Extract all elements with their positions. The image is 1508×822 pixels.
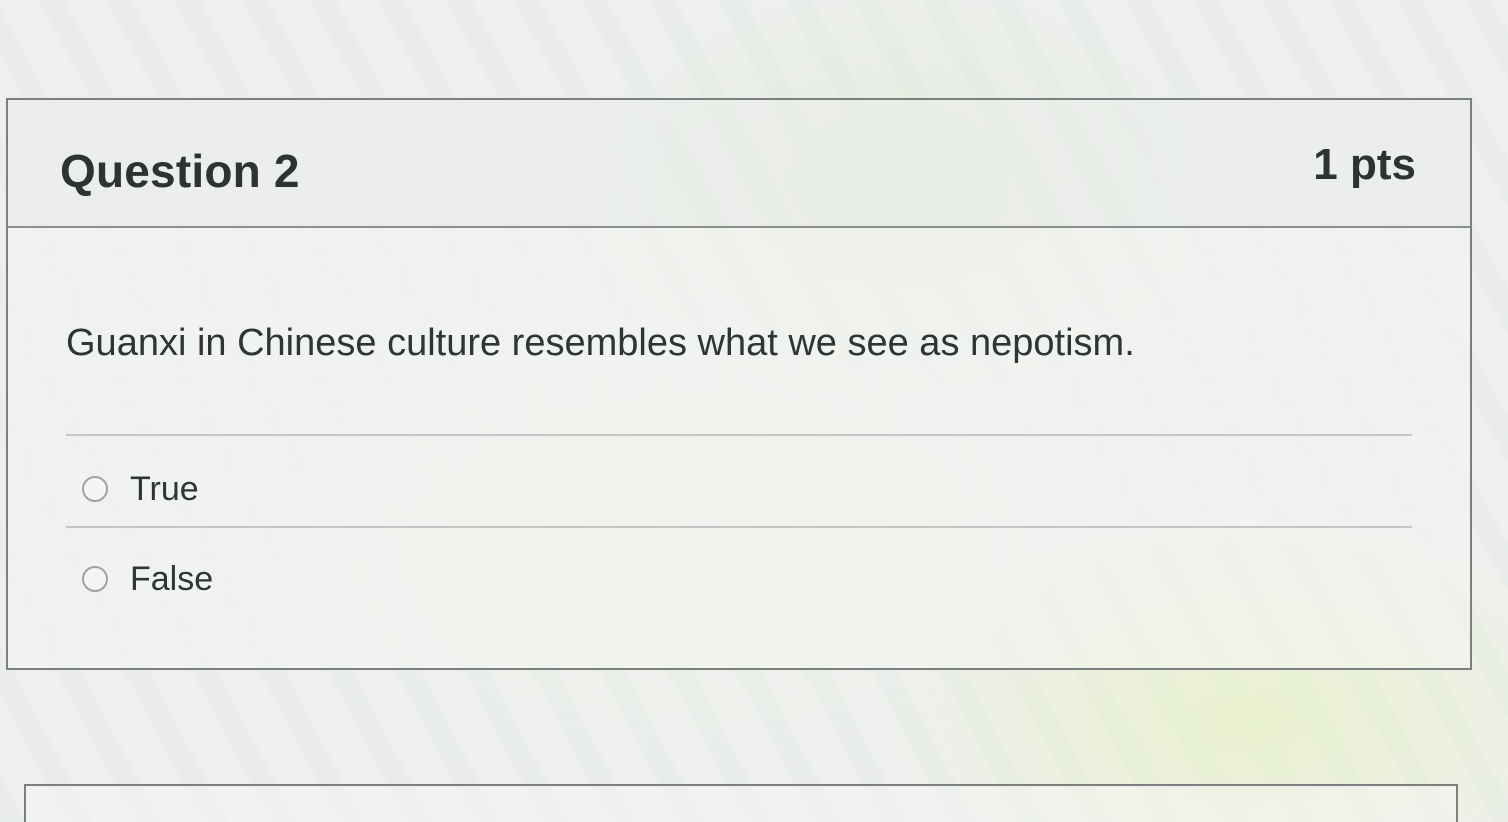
radio-button-true[interactable]: [82, 476, 108, 502]
answer-label-false: False: [130, 559, 214, 598]
question-card: Question 2 1 pts Guanxi in Chinese cultu…: [6, 98, 1472, 670]
question-title: Question 2: [60, 145, 300, 197]
question-text: Guanxi in Chinese culture resembles what…: [66, 322, 1135, 364]
answer-option-true[interactable]: True: [82, 464, 199, 514]
question-header: Question 2 1 pts: [8, 100, 1470, 228]
answer-divider: [66, 434, 1412, 436]
answer-label-true: True: [130, 469, 199, 508]
next-question-card: [24, 784, 1458, 822]
radio-button-false[interactable]: [82, 566, 108, 592]
answer-divider: [66, 526, 1412, 528]
answer-option-false[interactable]: False: [82, 554, 213, 604]
question-points: 1 pts: [1313, 140, 1416, 189]
